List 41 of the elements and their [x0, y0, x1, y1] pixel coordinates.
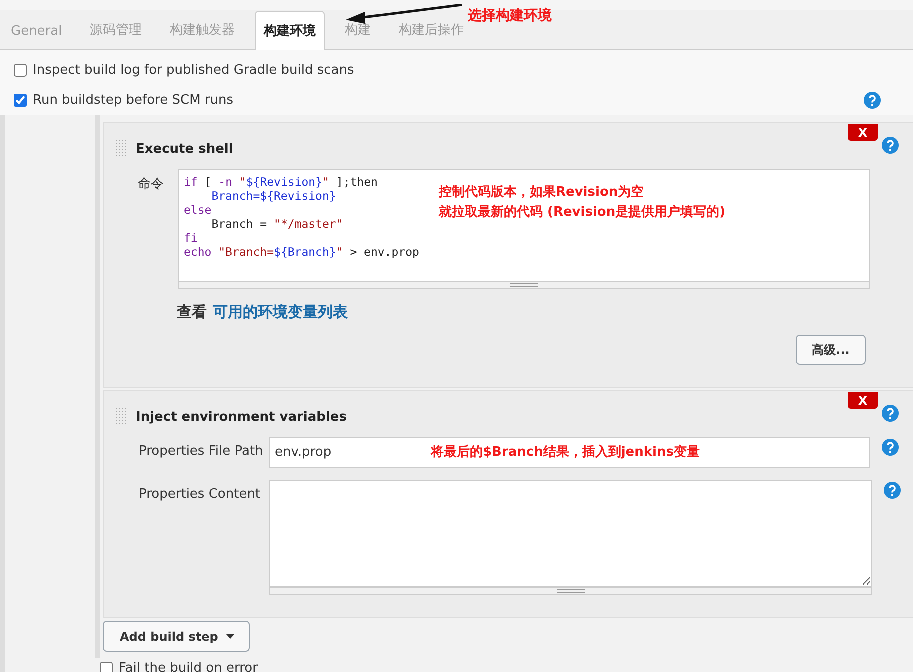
- checkbox-label: Inspect build log for published Gradle build scans: [33, 62, 354, 78]
- env-variables-link[interactable]: 可用的环境变量列表: [213, 303, 348, 321]
- add-build-step-button[interactable]: Add build step: [103, 621, 250, 652]
- checkbox[interactable]: [100, 662, 113, 672]
- file-path-field[interactable]: env.prop 将最后的$Branch结果，插入到jenkins变量: [269, 437, 870, 468]
- help-icon[interactable]: [864, 92, 881, 108]
- delete-button[interactable]: X: [848, 124, 878, 141]
- code-line: else: [184, 203, 212, 217]
- checkbox-label: Fail the build on error: [119, 660, 258, 672]
- code-line: fi: [184, 231, 198, 245]
- annotation-text: 将最后的$Branch结果，插入到jenkins变量: [431, 444, 700, 462]
- drag-handle-icon[interactable]: [116, 408, 128, 426]
- tab[interactable]: 构建环境: [255, 11, 326, 50]
- annotation-text: 控制代码版本，如果Revision为空: [439, 184, 646, 202]
- resize-handle[interactable]: [269, 587, 872, 595]
- code-line: Branch = "*/master": [210, 217, 344, 231]
- checkbox[interactable]: [14, 94, 27, 106]
- field-label: 命令: [138, 176, 165, 194]
- properties-content-field[interactable]: [269, 480, 872, 587]
- code-line: Branch=${Revision}: [210, 189, 336, 203]
- drag-handle-icon[interactable]: [116, 140, 128, 158]
- help-icon[interactable]: [882, 439, 899, 456]
- annotation-text: 就拉取最新的代码 (Revision是提供用户填写的): [439, 204, 726, 222]
- code-line: if [ -n "${Revision}" ];then: [184, 175, 378, 189]
- code-editor[interactable]: if [ -n "${Revision}" ];then Branch=${Revision} else Branch = "*/master" fi echo "Branch=${Branch}" > env.prop 控制代码版本，如果Revision为空 就拉取最新的代码 (Revision是提供用户填写的): [178, 169, 870, 281]
- advanced-button[interactable]: 高级...: [796, 335, 866, 365]
- env-text: 查看: [177, 303, 207, 321]
- caret-icon: [226, 634, 236, 639]
- field-label: Properties Content: [139, 486, 262, 502]
- code-line: echo "Branch=${Branch}" > env.prop: [184, 245, 420, 259]
- checkbox[interactable]: [14, 64, 27, 76]
- step-title: Execute shell: [136, 142, 234, 156]
- help-icon[interactable]: [882, 405, 899, 422]
- field-value: env.prop: [275, 445, 332, 460]
- step-title: Inject environment variables: [136, 410, 347, 424]
- resize-handle[interactable]: [178, 281, 870, 289]
- checkbox-label: Run buildstep before SCM runs: [33, 92, 234, 108]
- help-icon[interactable]: [884, 482, 901, 499]
- delete-button[interactable]: X: [848, 392, 878, 409]
- field-label: Properties File Path: [139, 443, 264, 459]
- help-icon[interactable]: [882, 137, 899, 154]
